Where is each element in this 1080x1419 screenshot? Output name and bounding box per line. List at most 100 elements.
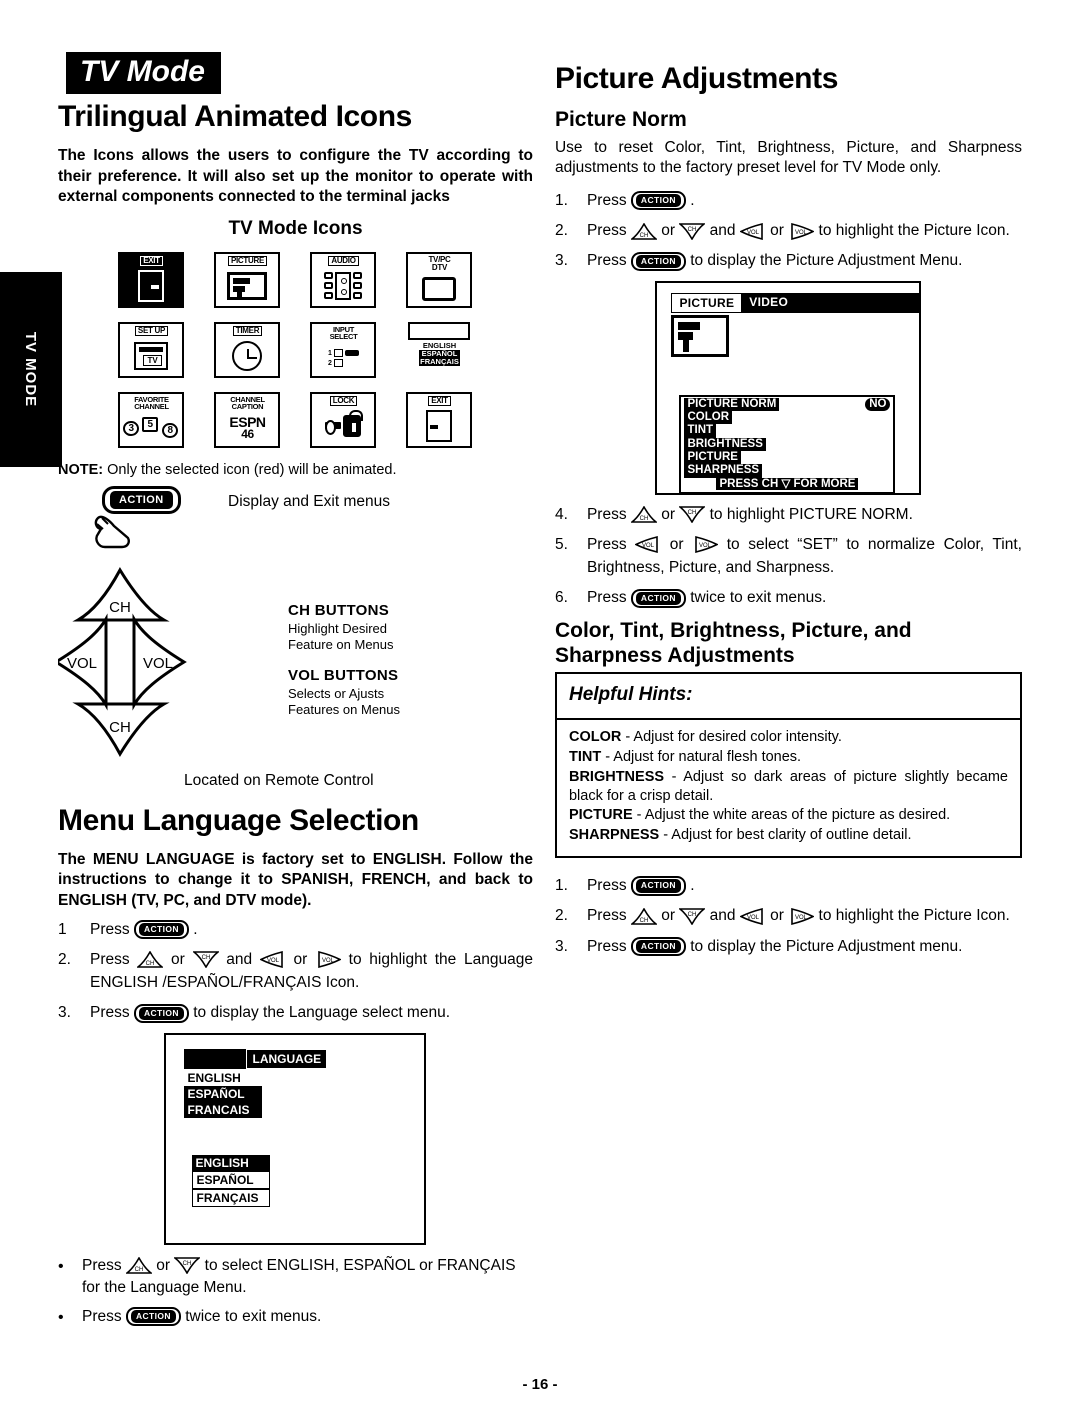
svg-text:CH: CH (109, 599, 131, 616)
svg-text:VOL: VOL (67, 655, 97, 672)
tab-picture[interactable]: PICTURE (671, 292, 743, 313)
picture-icon[interactable]: PICTURE (214, 251, 281, 308)
vol-buttons-line1: Selects or Ajusts (288, 685, 385, 701)
vol-right-arrow-icon[interactable]: VOL (692, 536, 719, 554)
set-up-icon[interactable]: SET UP TV (118, 321, 185, 378)
osd-row-brightness[interactable]: BRIGHTNESS (681, 437, 893, 451)
action-button[interactable]: ACTION (133, 1003, 189, 1023)
osd-row-sharpness[interactable]: SHARPNESS (681, 464, 893, 478)
language-icon[interactable]: ENGLISH ESPAÑOL FRANÇAIS (406, 321, 473, 378)
language-glyph: ENGLISH ESPAÑOL FRANÇAIS (419, 340, 460, 367)
svg-text:CH: CH (640, 918, 649, 924)
action-button[interactable]: ACTION (630, 588, 686, 608)
picture-step-2: 2. Press CH or CH and VOL or VOL to high… (554, 222, 1010, 240)
svg-text:VOL: VOL (795, 230, 808, 236)
vol-left-arrow-icon[interactable]: VOL (739, 907, 766, 925)
dpad-illustration: CH CH VOL VOL (53, 556, 278, 766)
picture-osd-screenshot: PICTURE VIDEO PICTURE NORM NO COLOR TINT… (655, 280, 922, 495)
vol-right-arrow-icon[interactable]: VOL (315, 951, 341, 969)
menu-language-title: Menu Language Selection (58, 803, 419, 837)
osd-row-picture[interactable]: PICTURE (681, 450, 893, 465)
favorite-channel-icon[interactable]: FAVORITE CHANNEL 3 5 8 (118, 391, 185, 448)
helpful-hints-body: COLOR - Adjust for desired color intensi… (557, 720, 1020, 856)
svg-text:CH: CH (640, 516, 649, 522)
vol-left-arrow-icon[interactable]: VOL (259, 951, 286, 969)
located-on-remote-label: Located on Remote Control (184, 771, 374, 789)
channel-caption-icon[interactable]: CHANNEL CAPTION ESPN 46 (214, 391, 281, 448)
adjust-step-3: 3. Press ACTION to display the Picture A… (554, 936, 963, 957)
action-button[interactable]: ACTION (630, 251, 686, 271)
osd-row-tint[interactable]: TINT (681, 424, 893, 438)
svg-text:VOL: VOL (143, 655, 173, 672)
ch-buttons-line1: Highlight Desired (288, 620, 387, 636)
svg-text:VOL: VOL (747, 915, 760, 921)
favorite-numbers-glyph: 3 5 8 (120, 411, 182, 446)
ch-up-arrow-icon[interactable]: CH (137, 951, 164, 969)
action-button[interactable]: ACTION (125, 1306, 181, 1327)
picture-step-5: 5. Press VOL or VOL to select “SET” to n… (554, 535, 1022, 577)
ch-up-arrow-icon[interactable]: CH (630, 222, 657, 240)
page-title: Trilingual Animated Icons (58, 100, 412, 133)
picture-step-6: 6. Press ACTION twice to exit menus. (554, 588, 827, 608)
hint-picture: PICTURE - Adjust the white areas of the … (568, 807, 951, 824)
picture-osd-icon (671, 314, 730, 357)
input-select-icon[interactable]: INPUT SELECT 1 2 (310, 321, 377, 378)
language-osd-screenshot: LANGUAGE ENGLISH ESPAÑOL FRANCAIS ENGLIS… (164, 1032, 427, 1245)
lock-icon[interactable]: LOCK (310, 391, 377, 448)
monitor-glyph (408, 272, 470, 306)
adjust-step-2: 2. Press CH or CH and VOL or VOL to high… (554, 907, 1010, 925)
adjustments-section-title: Color, Tint, Brightness, Picture, and Sh… (554, 618, 912, 667)
osd-row-color[interactable]: COLOR (681, 410, 893, 425)
exit-icon-2[interactable]: EXIT (406, 391, 473, 448)
ch-up-arrow-icon[interactable]: CH (125, 1257, 152, 1274)
tab-video[interactable]: VIDEO (742, 292, 796, 313)
ch-down-arrow-icon[interactable]: CH (192, 951, 219, 969)
exit-icon[interactable]: EXIT (118, 251, 185, 308)
picture-step-4: 4. Press CH or CH to highlight PICTURE N… (554, 505, 913, 524)
audio-icon[interactable]: AUDIO (310, 251, 377, 308)
mode-badge: TV Mode (66, 52, 221, 94)
door-glyph (120, 266, 182, 306)
ch-down-arrow-icon[interactable]: CH (679, 222, 706, 240)
action-button[interactable]: ACTION (133, 919, 189, 940)
door-glyph-2 (408, 406, 470, 446)
language-osd-header: LANGUAGE (184, 1048, 424, 1069)
right-column: Picture Adjustments Picture Norm Use to … (554, 52, 1022, 1335)
timer-icon[interactable]: TIMER (214, 321, 281, 378)
svg-text:CH: CH (109, 719, 131, 736)
icons-heading: TV Mode Icons (228, 217, 363, 239)
ch-down-arrow-icon[interactable]: CH (679, 907, 706, 925)
adjust-step-1: 1. Press ACTION . (554, 876, 695, 896)
ch-up-arrow-icon[interactable]: CH (630, 907, 657, 925)
tv-mode-icon-grid: EXIT PICTURE AUDIO TV/PC DTV SET UP TV T… (58, 251, 533, 448)
picture-norm-steps-b: 4. Press CH or CH to highlight PICTURE N… (555, 503, 1022, 610)
vol-left-arrow-icon[interactable]: VOL (635, 536, 661, 554)
svg-text:VOL: VOL (747, 230, 760, 236)
osd-row-picture-norm[interactable]: PICTURE NORM NO (681, 397, 893, 411)
action-button[interactable]: ACTION (630, 876, 686, 896)
ch-up-arrow-icon[interactable]: CH (630, 506, 657, 523)
vol-left-arrow-icon[interactable]: VOL (739, 222, 766, 240)
ch-down-arrow-icon[interactable]: CH (679, 506, 706, 524)
svg-text:CH: CH (688, 912, 697, 918)
action-button[interactable]: ACTION (630, 936, 686, 957)
plug-glyph: 1 2 (312, 341, 374, 376)
tv-pc-dtv-icon[interactable]: TV/PC DTV (406, 251, 473, 308)
action-button[interactable]: ACTION (102, 485, 181, 514)
language-bullets: • Press CH or CH to select ENGLISH, ESPA… (58, 1255, 533, 1329)
svg-text:VOL: VOL (642, 543, 655, 549)
action-button[interactable]: ACTION (630, 191, 686, 211)
vol-right-arrow-icon[interactable]: VOL (788, 907, 815, 925)
espn-glyph: ESPN 46 (229, 414, 266, 442)
vol-right-arrow-icon[interactable]: VOL (788, 222, 815, 240)
svg-text:CH: CH (688, 227, 697, 233)
left-column: TV Mode Trilingual Animated Icons The Ic… (53, 52, 533, 1335)
ch-down-arrow-icon[interactable]: CH (174, 1257, 201, 1275)
action-hand-illustration: ACTION (92, 485, 212, 552)
picture-norm-steps-a: 1. Press ACTION . 2. Press CH or CH and … (555, 189, 1022, 273)
ch-buttons-heading: CH BUTTONS (288, 601, 390, 619)
language-step-1: 1 Press ACTION . (58, 919, 198, 940)
hint-color: COLOR - Adjust for desired color intensi… (568, 729, 842, 746)
page-number: - 16 - (522, 1376, 558, 1393)
picture-step-3: 3. Press ACTION to display the Picture A… (554, 251, 963, 271)
